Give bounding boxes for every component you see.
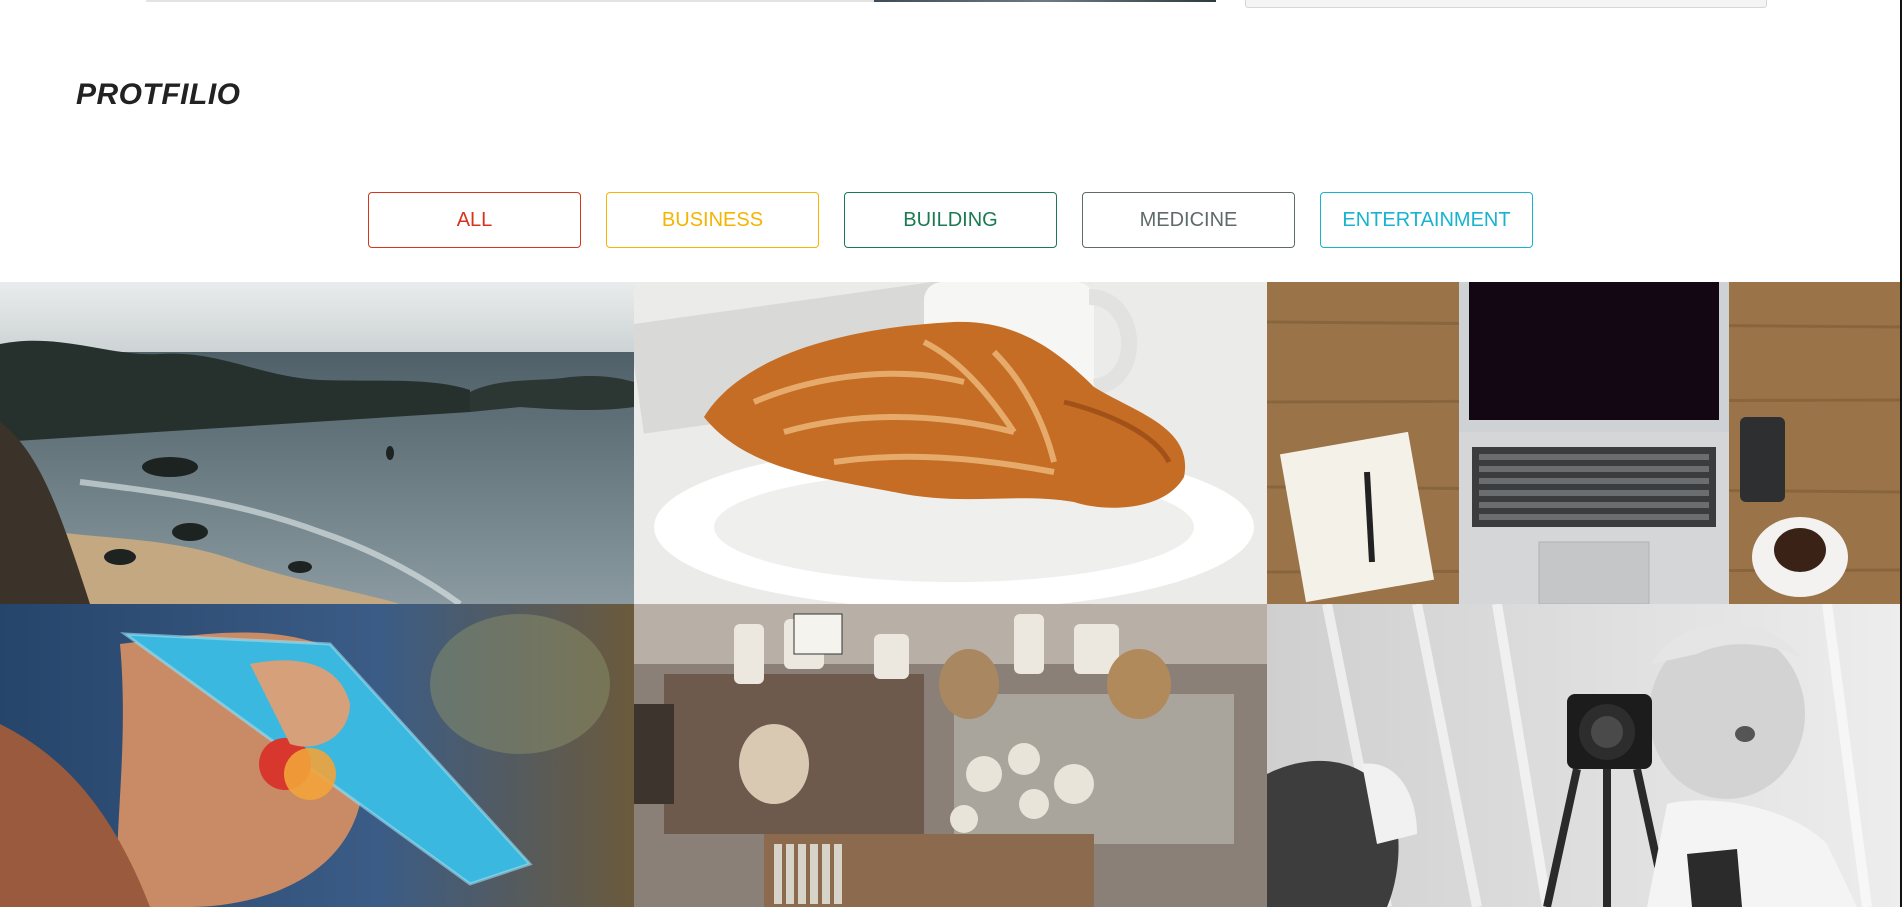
child-camera-photo (1267, 604, 1900, 907)
top-panel-edge (1245, 0, 1767, 8)
gallery-item-credit-card[interactable] (0, 604, 634, 907)
page-edge-divider (1900, 0, 1902, 907)
filter-business-button[interactable]: BUSINESS (606, 192, 819, 248)
croissant-photo (634, 282, 1267, 604)
beach-photo (0, 282, 634, 604)
filter-medicine-button[interactable]: MEDICINE (1082, 192, 1295, 248)
gallery-item-beach[interactable] (0, 282, 634, 604)
portfolio-filters: ALL BUSINESS BUILDING MEDICINE ENTERTAIN… (368, 192, 1533, 248)
laptop-photo (1267, 282, 1900, 604)
antique-market-photo (634, 604, 1267, 907)
credit-card-photo (0, 604, 634, 907)
section-title: PROTFILIO (76, 78, 241, 111)
gallery-item-child-camera[interactable] (1267, 604, 1900, 907)
gallery-item-croissant[interactable] (634, 282, 1267, 604)
filter-entertainment-button[interactable]: ENTERTAINMENT (1320, 192, 1533, 248)
filter-building-button[interactable]: BUILDING (844, 192, 1057, 248)
portfolio-gallery (0, 282, 1900, 907)
filter-all-button[interactable]: ALL (368, 192, 581, 248)
gallery-item-laptop[interactable] (1267, 282, 1900, 604)
top-image-strip (146, 0, 1216, 2)
gallery-item-antique-market[interactable] (634, 604, 1267, 907)
